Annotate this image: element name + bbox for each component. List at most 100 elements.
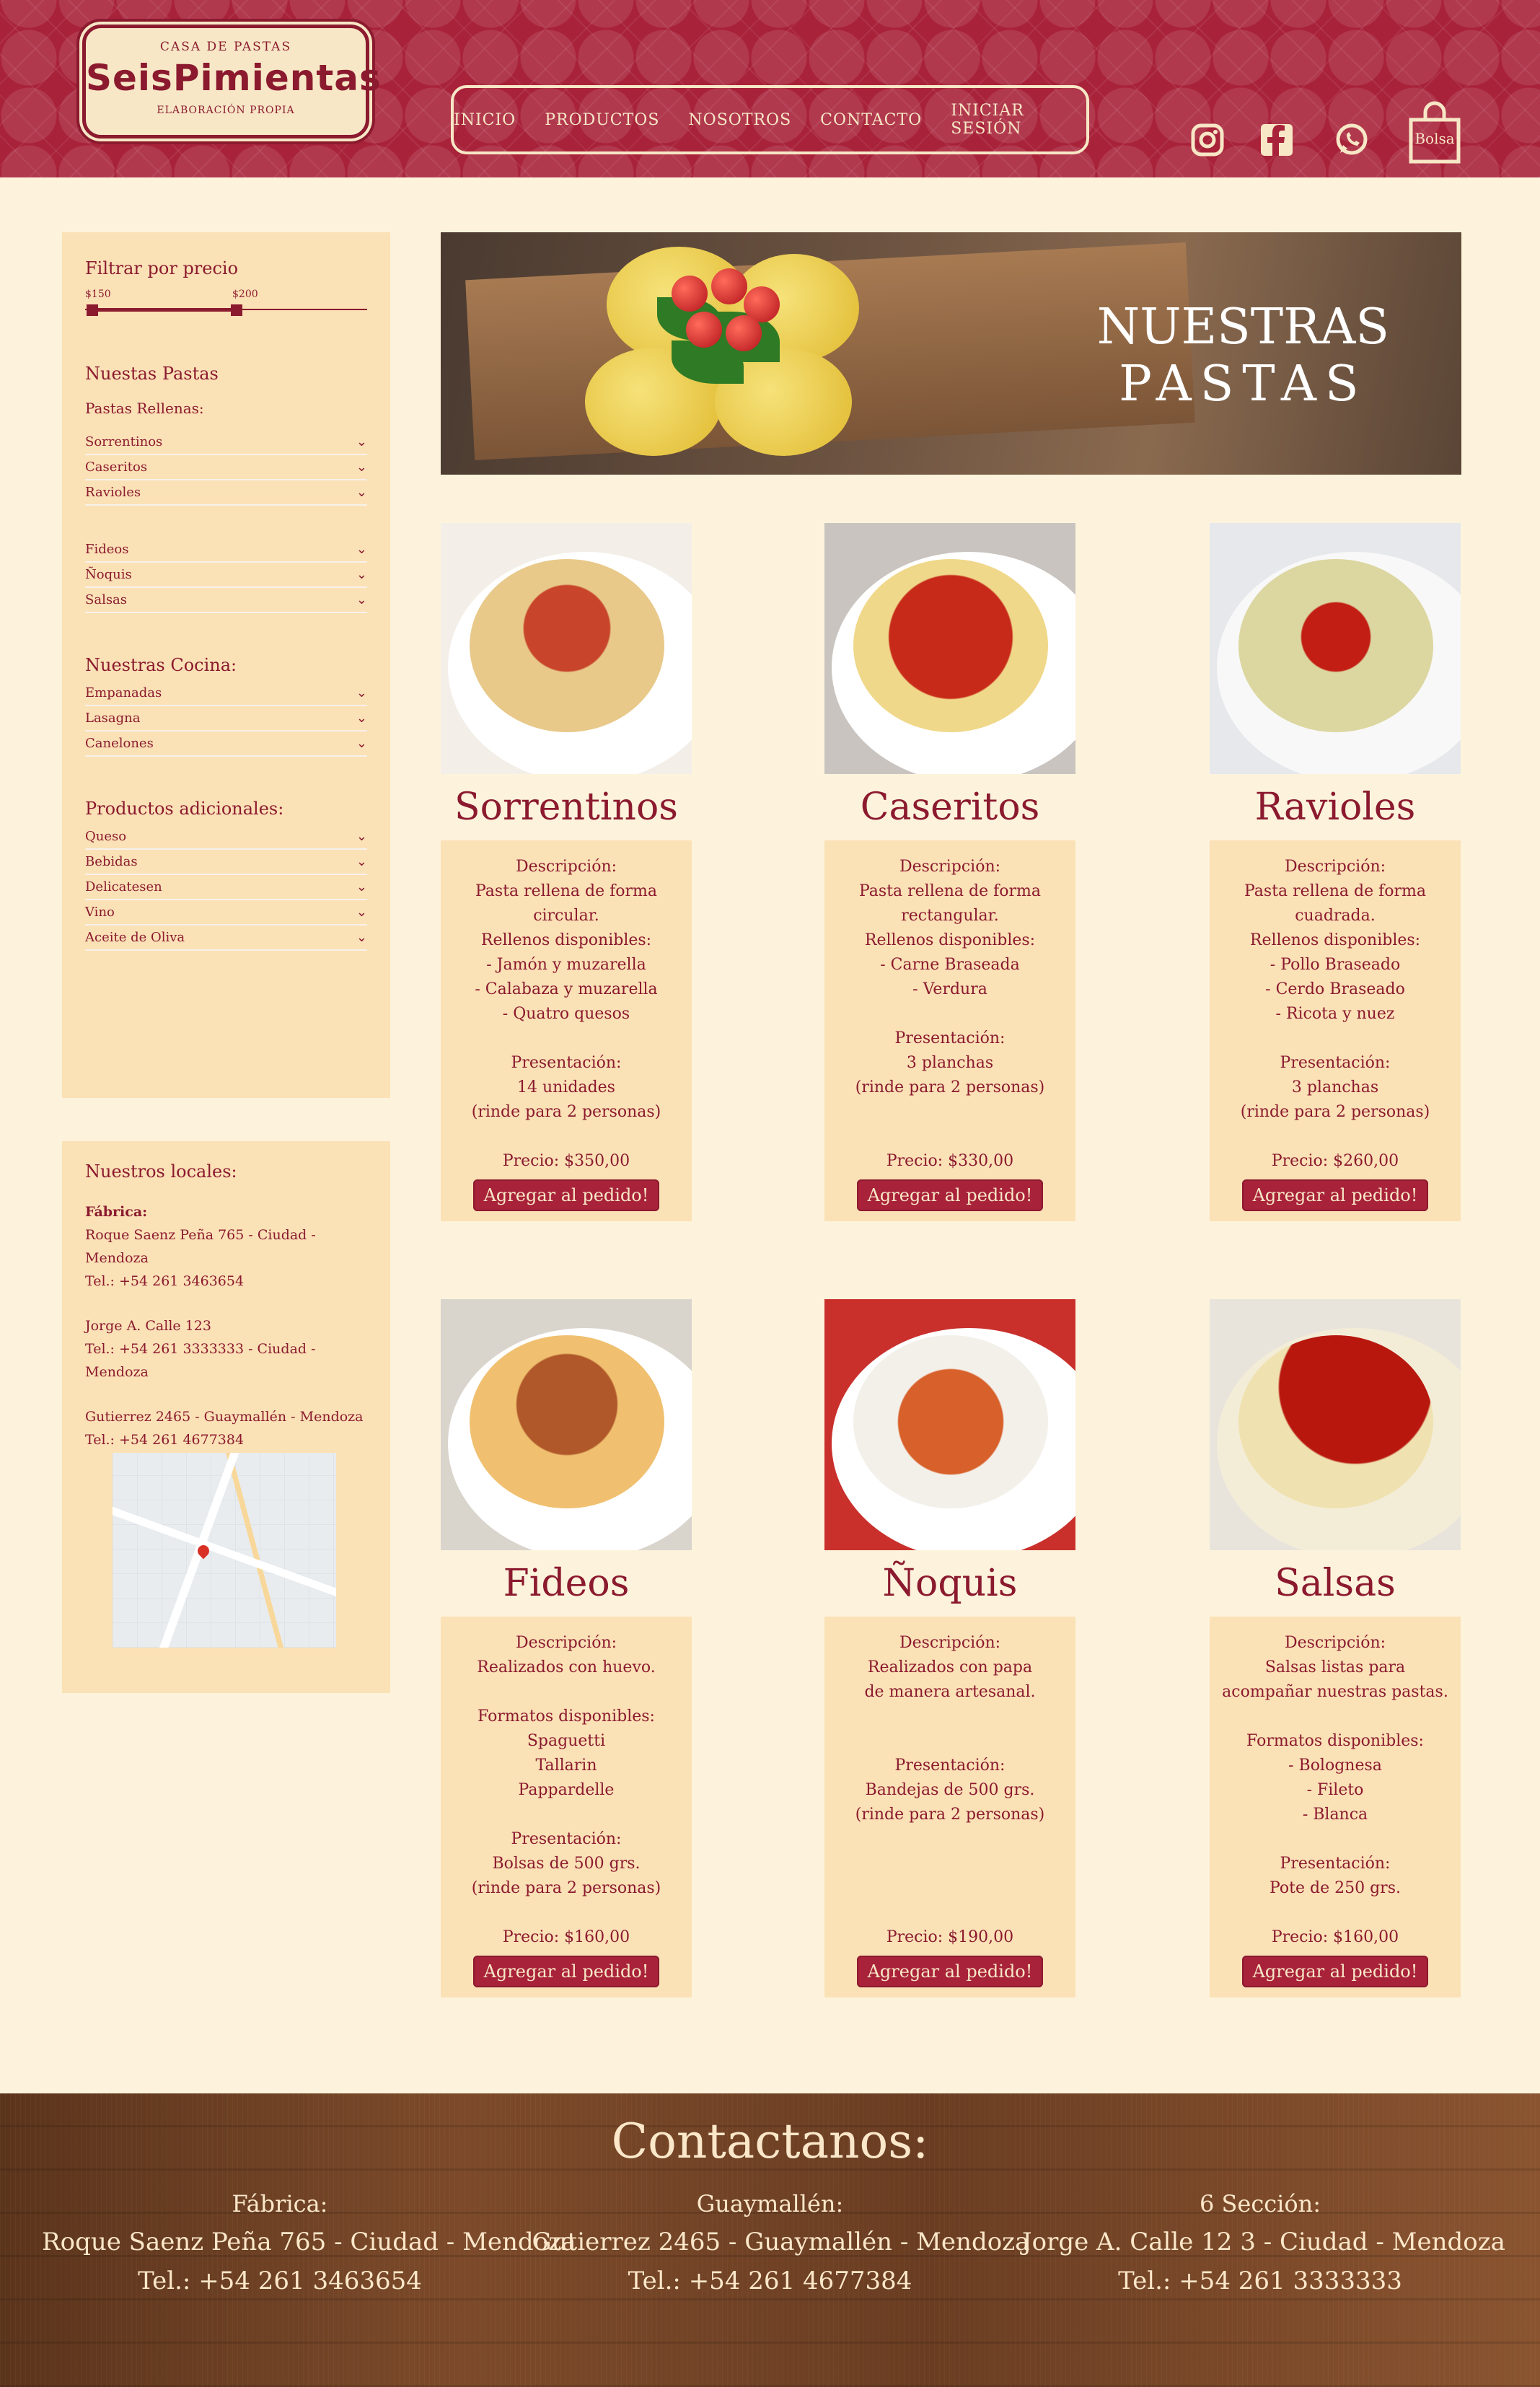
nav-iniciar-sesion[interactable]: INICIAR SESIÓN	[951, 102, 1086, 138]
chevron-down-icon[interactable]: ⌄	[356, 930, 367, 945]
product-description-line: Pote de 250 grs.	[1270, 1879, 1401, 1897]
product-description-line: Presentación:	[894, 1757, 1006, 1775]
chevron-down-icon[interactable]: ⌄	[356, 434, 367, 449]
sidebar-pasta-item[interactable]: Salsas ⌄	[85, 588, 367, 613]
hero-title-line1: NUESTRAS	[1096, 299, 1389, 356]
product-card: Fideos Descripción: Realizados con huevo. F…	[441, 1299, 692, 1997]
logo-name: SeisPimientas	[86, 57, 382, 99]
add-to-order-button[interactable]: Agregar al pedido!	[1242, 1956, 1428, 1987]
product-description-line	[832, 1100, 1068, 1125]
product-photo[interactable]	[1210, 523, 1461, 774]
product-description-line	[448, 1901, 685, 1925]
product-name[interactable]: Caseritos	[824, 774, 1075, 840]
product-description-line: Presentación:	[894, 1029, 1006, 1047]
sidebar-pasta-item[interactable]: Ñoquis ⌄	[85, 563, 367, 588]
product-description-line	[448, 1680, 685, 1705]
product-name[interactable]: Sorrentinos	[441, 774, 692, 840]
whatsapp-icon[interactable]	[1333, 121, 1370, 159]
product-description-line: - Quatro quesos	[502, 1005, 630, 1023]
product-info: Descripción: Realizados con huevo. Formato…	[441, 1617, 692, 1997]
nav-contacto[interactable]: CONTACTO	[820, 111, 922, 129]
category-label: Empanadas	[85, 685, 162, 700]
chevron-down-icon[interactable]: ⌄	[356, 485, 367, 500]
chevron-down-icon[interactable]: ⌄	[356, 879, 367, 894]
nav-inicio[interactable]: INICIO	[454, 111, 516, 129]
sidebar-rellena-item[interactable]: Ravioles ⌄	[85, 480, 367, 506]
price-filter-title: Filtrar por precio	[85, 258, 239, 278]
category-label: Queso	[85, 829, 127, 844]
chevron-down-icon[interactable]: ⌄	[356, 460, 367, 475]
product-description-line	[832, 1876, 1068, 1901]
product-photo[interactable]	[441, 1299, 692, 1550]
product-price: Precio: $330,00	[886, 1152, 1014, 1170]
add-to-order-button[interactable]: Agregar al pedido!	[1242, 1179, 1428, 1211]
product-info: Descripción: Pasta rellena de forma rectan…	[824, 840, 1075, 1221]
chevron-down-icon[interactable]: ⌄	[356, 711, 367, 726]
sidebar-adicional-item[interactable]: Queso ⌄	[85, 825, 367, 850]
locations-list: Fábrica: Roque Saenz Peña 765 - Ciudad - …	[85, 1200, 367, 1451]
sidebar-cocina-item[interactable]: Canelones ⌄	[85, 731, 367, 757]
product-description-line	[448, 1125, 685, 1149]
chevron-down-icon[interactable]: ⌄	[356, 592, 367, 607]
product-photo[interactable]	[1210, 1299, 1461, 1550]
nav-productos[interactable]: PRODUCTOS	[545, 111, 659, 129]
product-price: Precio: $350,00	[502, 1152, 630, 1170]
product-description-line: Descripción:	[1284, 1634, 1386, 1652]
product-name[interactable]: Salsas	[1210, 1550, 1461, 1617]
add-to-order-button[interactable]: Agregar al pedido!	[473, 1179, 659, 1211]
chevron-down-icon[interactable]: ⌄	[356, 685, 367, 700]
hero-banner: NUESTRAS PASTAS	[441, 232, 1461, 475]
instagram-icon[interactable]	[1189, 121, 1226, 159]
product-description-line: Pasta rellena de forma	[475, 882, 658, 900]
brand-logo[interactable]: CASA DE PASTAS SeisPimientas ELABORACIÓN…	[82, 25, 382, 139]
sidebar-adicional-item[interactable]: Delicatesen ⌄	[85, 875, 367, 900]
add-to-order-button[interactable]: Agregar al pedido!	[473, 1956, 659, 1987]
chevron-down-icon[interactable]: ⌄	[356, 542, 367, 557]
product-photo[interactable]	[441, 523, 692, 774]
product-price: Precio: $160,00	[502, 1928, 630, 1946]
chevron-down-icon[interactable]: ⌄	[356, 829, 367, 844]
shopping-bag-icon[interactable]: Bolsa	[1408, 101, 1461, 164]
product-description-line	[448, 1027, 685, 1051]
pastas-section-title: Nuestas Pastas	[85, 364, 219, 384]
facebook-icon[interactable]	[1258, 121, 1295, 159]
sidebar-adicional-item[interactable]: Vino ⌄	[85, 900, 367, 926]
product-description-line: Presentación:	[1280, 1855, 1391, 1873]
footer-location-phone[interactable]: Tel.: +54 261 3333333	[1022, 2261, 1498, 2300]
sidebar-adicional-item[interactable]: Bebidas ⌄	[85, 850, 367, 875]
add-to-order-button[interactable]: Agregar al pedido!	[857, 1956, 1043, 1987]
product-photo[interactable]	[824, 523, 1075, 774]
price-slider[interactable]: $150 $200	[85, 278, 367, 322]
product-name[interactable]: Ñoquis	[824, 1550, 1075, 1617]
product-name[interactable]: Fideos	[441, 1550, 692, 1617]
footer-location-guaymallen: Guaymallén: Gutierrez 2465 - Guaymallén …	[532, 2185, 1030, 2300]
product-description-line: - Carne Braseada	[880, 956, 1020, 974]
product-description-line: Descripción:	[899, 858, 1001, 876]
footer-location-phone[interactable]: Tel.: +54 261 3463654	[42, 2261, 518, 2300]
product-description-line	[1217, 1827, 1453, 1852]
product-description-line: Tallarin	[535, 1757, 597, 1775]
sidebar-rellena-item[interactable]: Caseritos ⌄	[85, 455, 367, 480]
add-to-order-button[interactable]: Agregar al pedido!	[857, 1179, 1043, 1211]
slider-min-handle[interactable]	[87, 304, 98, 316]
product-description-line: acompañar nuestras pastas.	[1222, 1683, 1448, 1701]
location-map[interactable]	[113, 1453, 336, 1648]
chevron-down-icon[interactable]: ⌄	[356, 567, 367, 582]
nav-nosotros[interactable]: NOSOTROS	[688, 111, 791, 129]
product-description-line: 3 planchas	[1291, 1078, 1379, 1096]
chevron-down-icon[interactable]: ⌄	[356, 905, 367, 920]
footer-location-phone[interactable]: Tel.: +54 261 4677384	[532, 2261, 1008, 2300]
sidebar-pasta-item[interactable]: Fideos ⌄	[85, 537, 367, 563]
product-name[interactable]: Ravioles	[1210, 774, 1461, 840]
slider-max-handle[interactable]	[231, 304, 242, 316]
product-description-line: Bandejas de 500 grs.	[865, 1781, 1035, 1799]
sidebar-rellena-item[interactable]: Sorrentinos ⌄	[85, 430, 367, 455]
chevron-down-icon[interactable]: ⌄	[356, 854, 367, 869]
sidebar-adicional-item[interactable]: Aceite de Oliva ⌄	[85, 926, 367, 951]
product-photo[interactable]	[824, 1299, 1075, 1550]
chevron-down-icon[interactable]: ⌄	[356, 736, 367, 751]
sidebar-cocina-item[interactable]: Lasagna ⌄	[85, 706, 367, 731]
sidebar-cocina-item[interactable]: Empanadas ⌄	[85, 681, 367, 706]
product-description-line: Pappardelle	[518, 1781, 615, 1799]
product-description-line	[832, 1729, 1068, 1754]
